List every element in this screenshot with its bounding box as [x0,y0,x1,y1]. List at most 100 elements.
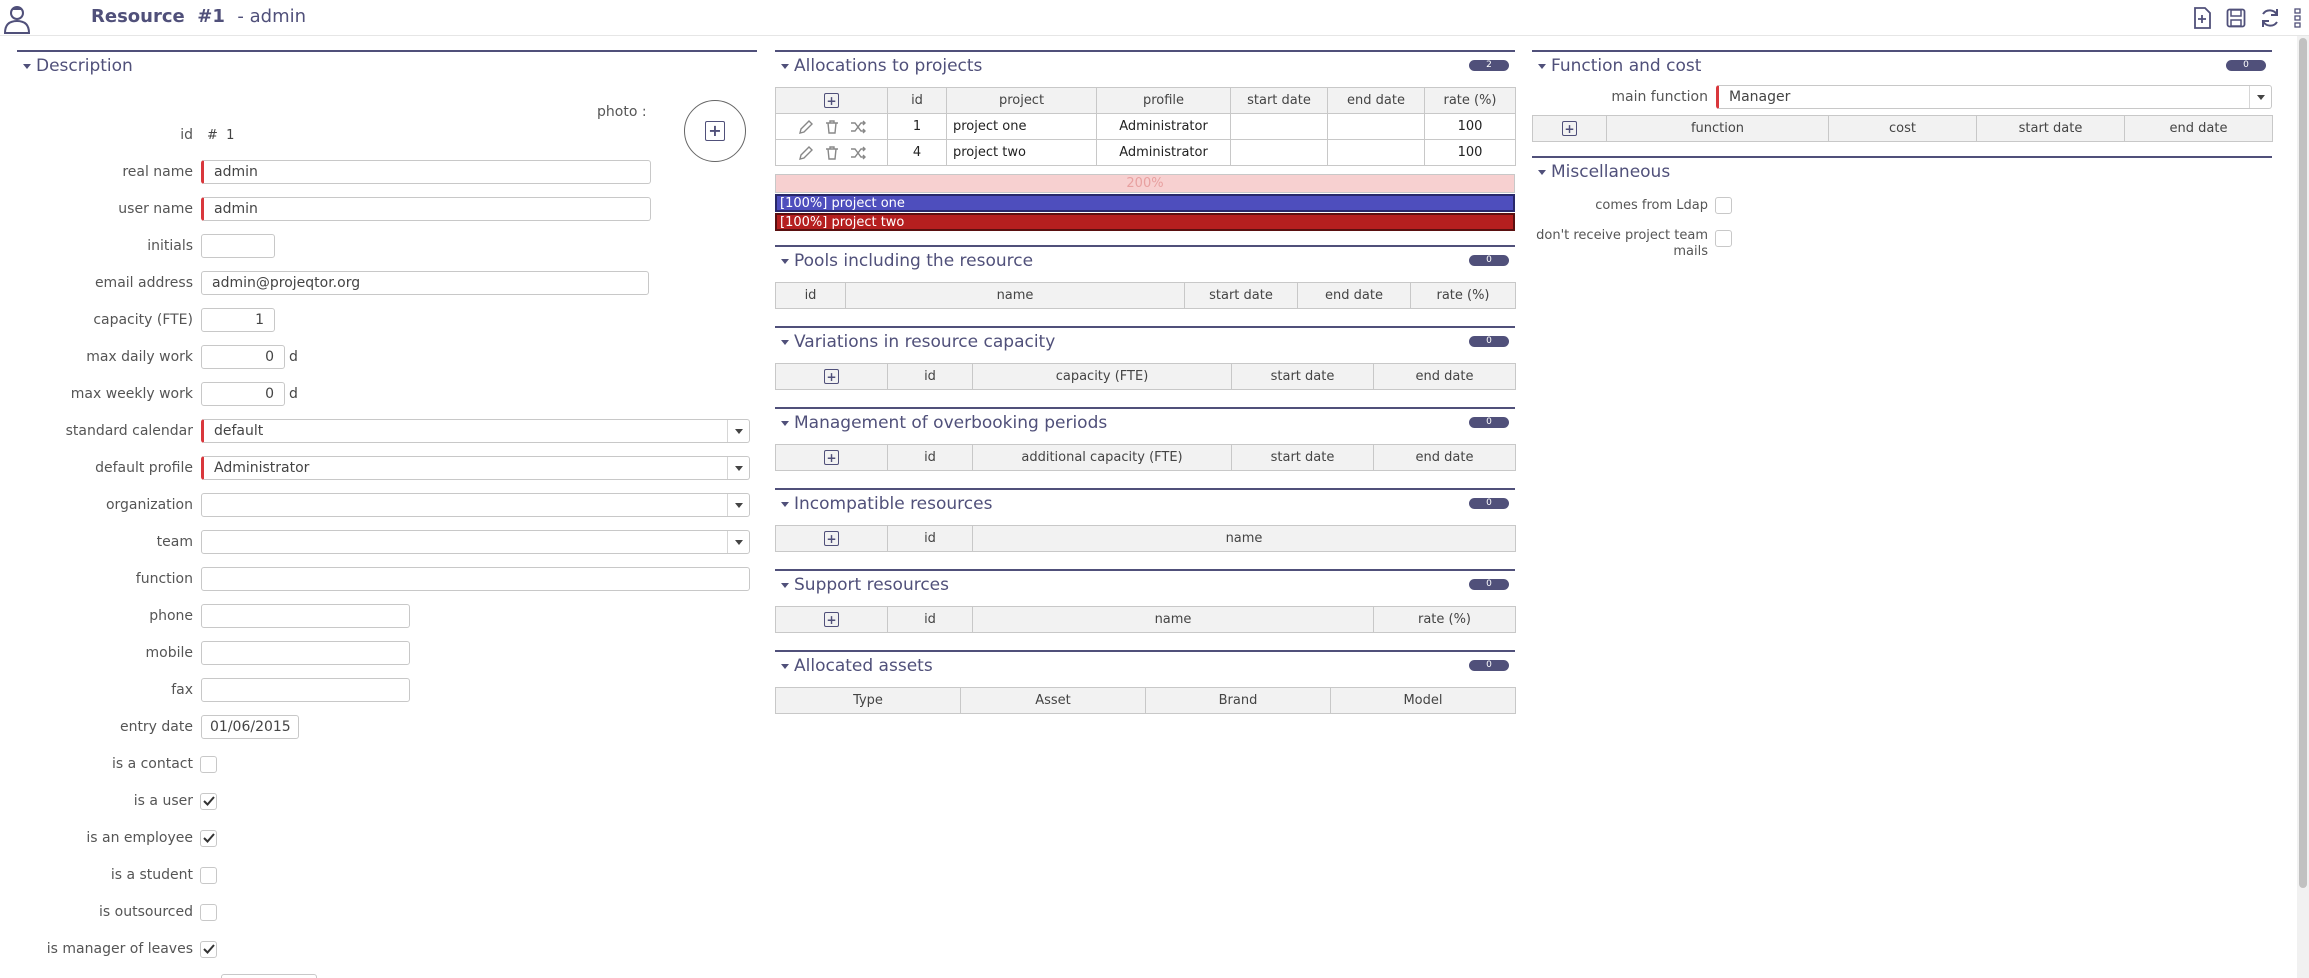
add-support-button[interactable]: + [824,612,839,627]
fax-input[interactable] [201,678,410,702]
no-mail-checkbox[interactable] [1715,229,1732,247]
edit-icon[interactable] [798,145,814,161]
delete-icon[interactable] [824,119,840,135]
is-outsourced-checkbox[interactable] [200,903,217,921]
vertical-scrollbar[interactable] [2297,36,2309,978]
refresh-button[interactable] [2253,4,2287,32]
phone-input[interactable] [201,604,410,628]
support-section-header[interactable]: Support resources 0 [775,569,1515,599]
section-title: Allocated assets [794,656,933,676]
table-header: + id additional capacity (FTE) start dat… [775,444,1516,471]
description-column: Description photo : + id # 1 real name a… [17,50,757,978]
team-select[interactable] [201,530,750,554]
is-contact-row: is a contact [17,751,217,777]
is-student-checkbox[interactable] [200,866,217,884]
allocations-column: Allocations to projects 2 + id project p… [775,50,1516,714]
save-button[interactable] [2219,4,2253,32]
max-daily-label: max daily work [86,349,193,365]
count-badge: 0 [2226,60,2266,71]
collapse-icon [781,420,789,426]
ldap-checkbox[interactable] [1715,196,1732,214]
is-employee-label: is an employee [86,830,193,846]
assets-section-header[interactable]: Allocated assets 0 [775,650,1515,680]
count-badge: 0 [1469,498,1509,509]
capacity-input[interactable]: 1 [201,308,275,332]
chevron-down-icon [727,420,749,442]
new-item-button[interactable] [2185,4,2219,32]
column-header: additional capacity (FTE) [972,444,1232,471]
main-function-select[interactable]: Manager [1716,85,2272,109]
add-variation-button[interactable]: + [824,369,839,384]
misc-form: comes from Ldap don't receive project te… [1532,186,2272,266]
email-input[interactable]: admin@projeqtor.org [201,271,649,295]
description-section-header[interactable]: Description [17,50,757,80]
real-name-input[interactable]: admin [201,160,651,184]
initials-label: initials [147,238,193,254]
table-header: + id name [775,525,1516,552]
calendar-select[interactable]: default [201,419,750,443]
misc-section-header[interactable]: Miscellaneous [1532,156,2272,186]
closed-date-input[interactable] [221,974,317,978]
is-user-checkbox[interactable] [200,792,217,810]
collapse-icon [781,63,789,69]
edit-icon[interactable] [798,119,814,135]
add-photo-button[interactable]: + [684,100,746,162]
shuffle-icon[interactable] [850,145,866,161]
overbooking-section-header[interactable]: Management of overbooking periods 0 [775,407,1515,437]
column-header: end date [1373,444,1516,471]
add-overbooking-button[interactable]: + [824,450,839,465]
column-header: start date [1231,363,1374,390]
profile-select[interactable]: Administrator [201,456,750,480]
pools-section-header[interactable]: Pools including the resource 0 [775,245,1515,275]
real-name-label: real name [122,164,193,180]
table-header: + id capacity (FTE) start date end date [775,363,1516,390]
max-weekly-input[interactable]: 0 [201,382,285,406]
add-incompatible-button[interactable]: + [824,531,839,546]
allocations-section-header[interactable]: Allocations to projects 2 [775,50,1515,80]
function-cost-table: + function cost start date end date [1532,115,2273,142]
more-menu-button[interactable] [2287,4,2309,32]
column-header: end date [1327,87,1425,114]
cell-id: 1 [887,113,947,140]
cell-rate: 100 [1424,113,1516,140]
entry-date-input[interactable]: 01/06/2015 [201,715,299,739]
mobile-input[interactable] [201,641,410,665]
cell-profile: Administrator [1096,139,1231,166]
function-row: function [17,566,750,592]
table-header: + id project profile start date end date… [775,87,1516,114]
is-contact-checkbox[interactable] [200,755,217,773]
function-input[interactable] [201,567,750,591]
max-daily-input[interactable]: 0 [201,345,285,369]
shuffle-icon[interactable] [850,119,866,135]
main-function-label: main function [1611,89,1708,105]
count-badge: 0 [1469,579,1509,590]
function-cost-section-header[interactable]: Function and cost 0 [1532,50,2272,80]
organization-select[interactable] [201,493,750,517]
is-employee-checkbox[interactable] [200,829,217,847]
no-mail-label-line1: don't receive project team [1536,228,1708,243]
add-allocation-button[interactable]: + [824,93,839,108]
incompatible-section-header[interactable]: Incompatible resources 0 [775,488,1515,518]
is-manager-leaves-checkbox[interactable] [200,940,217,958]
initials-input[interactable] [201,234,275,258]
main-function-value: Manager [1729,89,1791,105]
object-type: Resource [91,6,185,27]
table-header: + id name rate (%) [775,606,1516,633]
column-header: end date [1373,363,1516,390]
column-header: function [1606,115,1829,142]
resource-user-icon [3,6,31,34]
collapse-icon [781,339,789,345]
section-title: Incompatible resources [794,494,993,514]
column-header: Brand [1145,687,1331,714]
delete-icon[interactable] [824,145,840,161]
capacity-label: capacity (FTE) [93,312,193,328]
user-name-input[interactable]: admin [201,197,651,221]
variations-section-header[interactable]: Variations in resource capacity 0 [775,326,1515,356]
chevron-down-icon [727,457,749,479]
column-header: start date [1184,282,1298,309]
scrollbar-thumb[interactable] [2299,38,2307,888]
mobile-label: mobile [145,645,193,661]
id-value: # 1 [207,127,235,143]
add-function-cost-button[interactable]: + [1562,121,1577,136]
collapse-icon [23,63,31,69]
